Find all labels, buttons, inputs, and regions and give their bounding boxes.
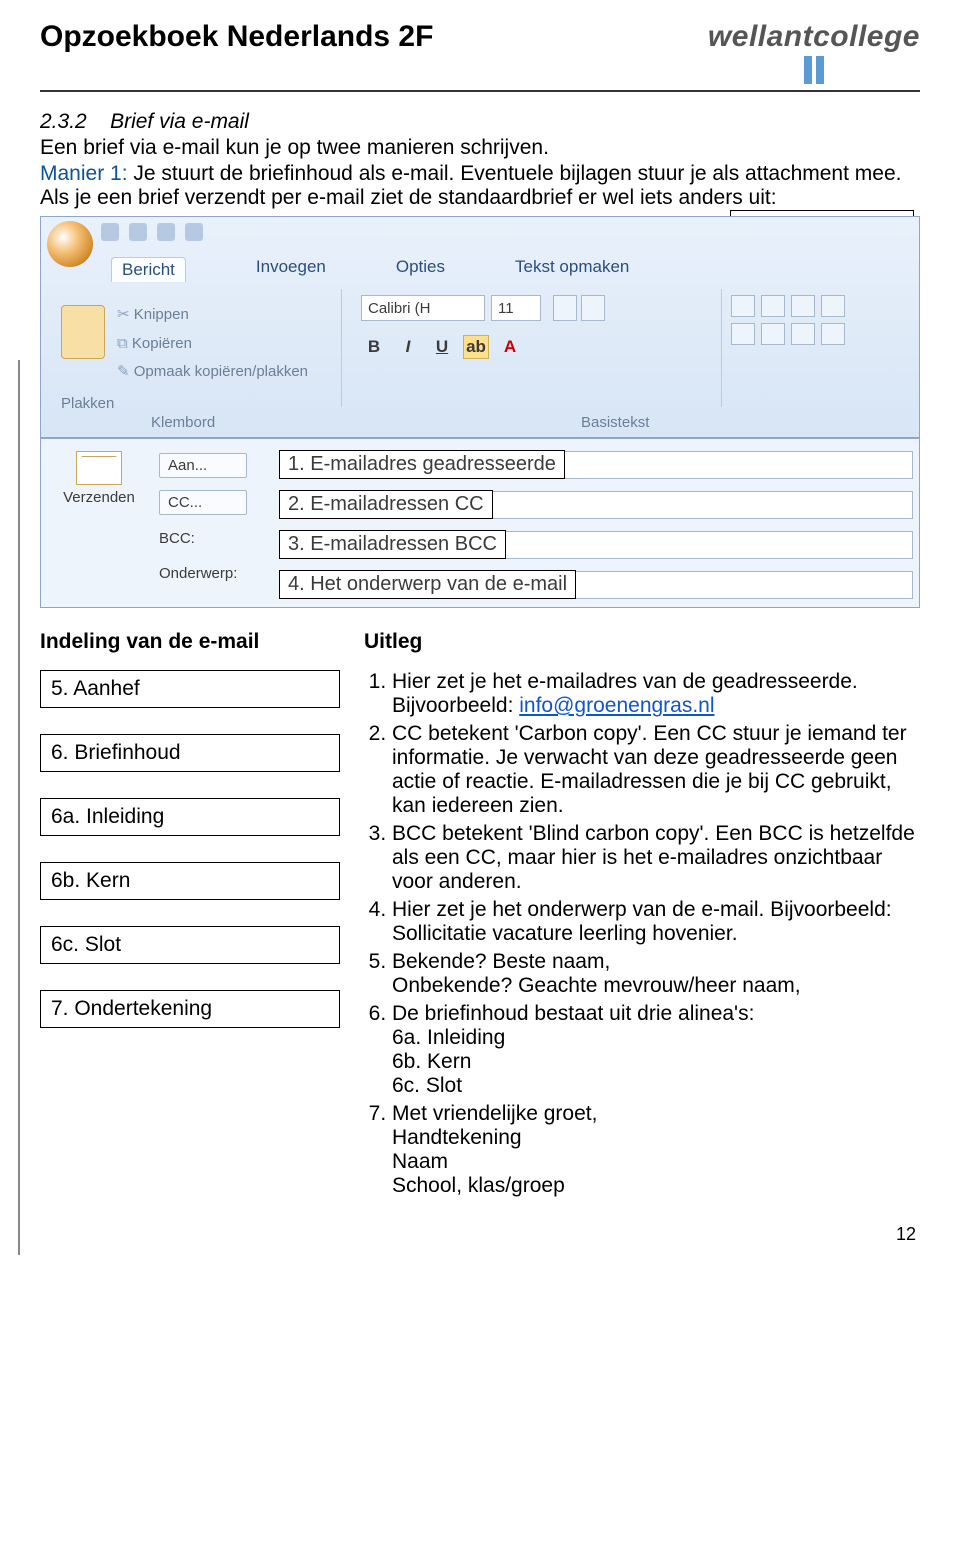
callout-bcc: 3. E-mailadressen BCC [279,530,506,559]
group-divider [341,289,342,407]
ribbon-tabs: Bericht Invoegen Opties Tekst opmaken [111,257,629,282]
underline-button[interactable]: U [429,335,455,359]
method-1-label: Manier 1: [40,162,128,185]
uitleg-7a: Met vriendelijke groet, [392,1102,597,1125]
right-col-head: Uitleg [364,630,920,654]
group-divider [721,289,722,407]
tab-tekst-opmaken[interactable]: Tekst opmaken [515,257,629,282]
font-name-dropdown[interactable]: Calibri (H [361,295,485,321]
list-item: Hier zet je het onderwerp van de e-mail.… [392,898,920,946]
qat-redo-icon[interactable] [157,223,175,241]
doc-title: Opzoekboek Nederlands 2F [40,20,433,54]
left-col-head: Indeling van de e-mail [40,630,340,654]
multilevel-icon[interactable] [791,295,815,317]
bullets-icon[interactable] [731,295,755,317]
callout-to: 1. E-mailadres geadresseerde [279,450,565,479]
tab-invoegen[interactable]: Invoegen [256,257,326,282]
box-slot: 6c. Slot [40,926,340,964]
uitleg-7d: School, klas/groep [392,1174,920,1198]
numbering-icon[interactable] [761,295,785,317]
group-label-basistekst: Basistekst [581,414,649,431]
intro-block: 2.3.2 Brief via e-mail Een brief via e-m… [40,110,920,210]
align-right-icon[interactable] [791,323,815,345]
box-aanhef: 5. Aanhef [40,670,340,708]
list-item: Met vriendelijke groet, Handtekening Naa… [392,1102,920,1198]
font-style-buttons: B I U ab A [361,335,523,359]
box-kern: 6b. Kern [40,862,340,900]
example-email-link[interactable]: info@groenengras.nl [519,694,714,717]
list-item: CC betekent 'Carbon copy'. Een CC stuur … [392,722,920,818]
to-button[interactable]: Aan... [159,453,247,478]
uitleg-7b: Handtekening [392,1126,920,1150]
font-size-dropdown[interactable]: 11 [491,295,541,321]
bold-button[interactable]: B [361,335,387,359]
section-title: Brief via e-mail [110,110,249,133]
explanation-table: Indeling van de e-mail 5. Aanhef 6. Brie… [40,630,920,1202]
page-number: 12 [40,1224,920,1245]
box-briefinhoud: 6. Briefinhoud [40,734,340,772]
font-color-icon[interactable]: A [497,335,523,359]
paste-icon[interactable] [61,305,105,359]
callout-subject: 4. Het onderwerp van de e-mail [279,570,576,599]
uitleg-6a: 6a. Inleiding [392,1026,920,1050]
uitleg-list: Hier zet je het e-mailadres van de geadr… [364,670,920,1198]
ribbon: Bericht Invoegen Opties Tekst opmaken Pl… [40,216,920,438]
sort-icon[interactable] [821,295,845,317]
uitleg-5b: Onbekende? Geachte mevrouw/heer naam, [392,974,801,997]
list-item: Bekende? Beste naam, Onbekende? Geachte … [392,950,920,998]
uitleg-5a: Bekende? Beste naam, [392,950,610,973]
callout-cc: 2. E-mailadressen CC [279,490,493,519]
office-orb-icon[interactable] [47,221,93,267]
italic-button[interactable]: I [395,335,421,359]
page-header: Opzoekboek Nederlands 2F wellantcollege [40,20,920,92]
qat-undo-icon[interactable] [129,223,147,241]
quick-access-toolbar [101,223,203,241]
qat-save-icon[interactable] [101,223,119,241]
bcc-label: BCC: [159,527,269,550]
method-1-text: Je stuurt de briefinhoud als e-mail. Eve… [40,162,901,209]
box-ondertekening: 7. Ondertekening [40,990,340,1028]
list-item: Hier zet je het e-mailadres van de geadr… [392,670,920,718]
tab-opties[interactable]: Opties [396,257,445,282]
section-number: 2.3.2 [40,110,87,133]
list-item: De briefinhoud bestaat uit drie alinea's… [392,1002,920,1098]
indent-icon[interactable] [821,323,845,345]
format-painter-button[interactable]: Opmaak kopiëren/plakken [117,363,308,380]
left-margin-rule [18,360,20,1255]
shrink-font-icon[interactable] [581,295,605,321]
uitleg-6b: 6b. Kern [392,1050,920,1074]
group-label-klembord: Klembord [151,414,215,431]
box-inleiding: 6a. Inleiding [40,798,340,836]
highlight-icon[interactable]: ab [463,335,489,359]
list-item: BCC betekent 'Blind carbon copy'. Een BC… [392,822,920,894]
cc-button[interactable]: CC... [159,490,247,515]
copy-button[interactable]: Kopiëren [117,335,192,352]
font-group: Calibri (H 11 [361,295,701,321]
grow-font-icon[interactable] [553,295,577,321]
brand: wellantcollege [708,20,920,84]
align-left-icon[interactable] [731,323,755,345]
tab-bericht[interactable]: Bericht [111,257,186,282]
subject-label: Onderwerp: [159,562,269,585]
uitleg-6: De briefinhoud bestaat uit drie alinea's… [392,1002,754,1025]
send-button[interactable]: Verzenden [49,489,149,506]
envelope-icon [76,451,122,485]
paragraph-group [731,295,911,351]
brand-logo-bars [708,56,920,84]
cut-button[interactable]: Knippen [117,306,189,323]
outlook-ribbon-illustration: Gaat automatisch: Afzender Datum Bericht… [40,216,920,608]
uitleg-7c: Naam [392,1150,920,1174]
align-center-icon[interactable] [761,323,785,345]
qat-dropdown-icon[interactable] [185,223,203,241]
intro-line: Een brief via e-mail kun je op twee mani… [40,136,920,160]
compose-pane: Verzenden Aan... CC... BCC: Onderwerp: 1… [40,438,920,608]
paste-label: Plakken [61,395,114,412]
brand-name: wellantcollege [708,20,920,54]
uitleg-6c: 6c. Slot [392,1074,920,1098]
